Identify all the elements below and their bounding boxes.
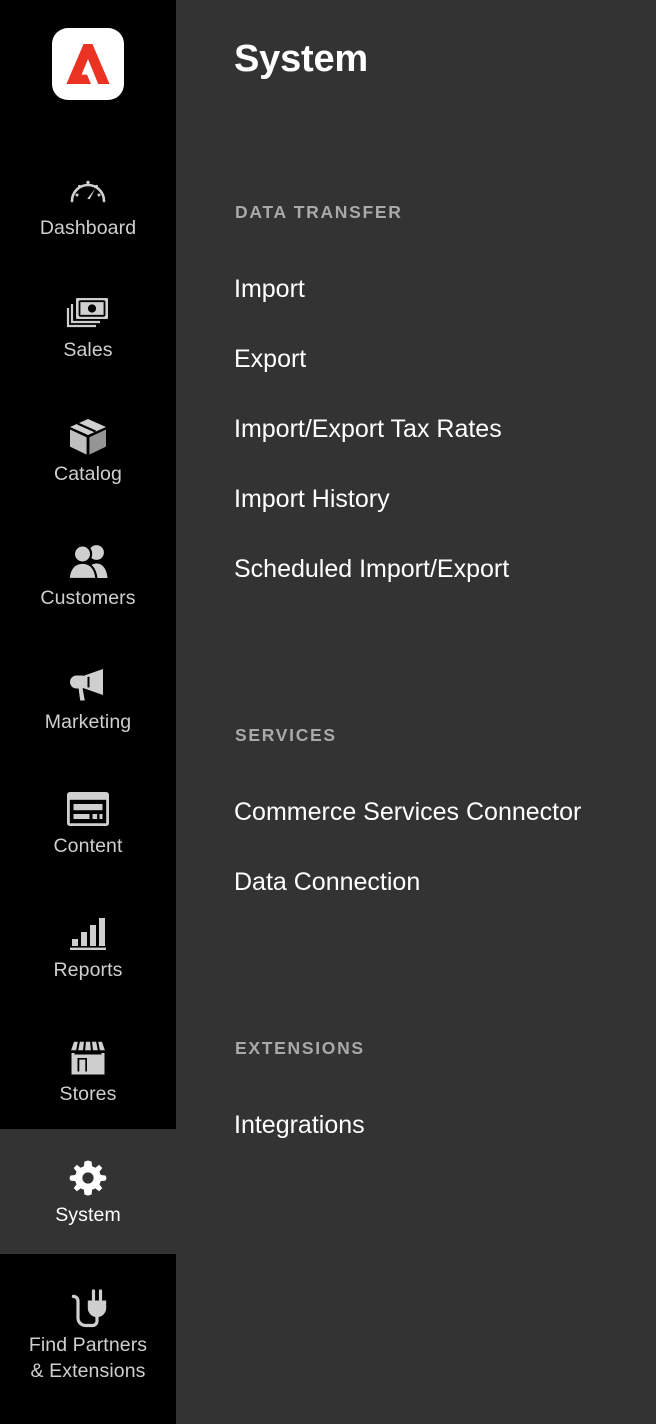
adobe-commerce-logo <box>66 44 110 84</box>
sidebar-item-find-partners-extensions[interactable]: Find Partners & Extensions <box>0 1270 176 1400</box>
menu-link-import-history[interactable]: Import History <box>234 482 390 516</box>
sidebar-item-reports[interactable]: Reports <box>0 902 176 992</box>
menu-link-import[interactable]: Import <box>234 272 305 306</box>
sidebar-item-label: Sales <box>63 339 113 361</box>
sidebar-item-label: Catalog <box>54 463 122 485</box>
menu-link-import-export-tax-rates[interactable]: Import/Export Tax Rates <box>234 412 502 446</box>
page-title: System <box>234 38 368 80</box>
plug-icon <box>67 1286 109 1330</box>
menu-link-scheduled-import-export[interactable]: Scheduled Import/Export <box>234 552 509 586</box>
section-header-extensions: EXTENSIONS <box>235 1038 365 1058</box>
gear-icon <box>69 1156 107 1200</box>
sidebar-item-label: Dashboard <box>39 217 137 239</box>
users-icon <box>66 539 110 583</box>
sidebar-item-label: Find Partners & Extensions <box>28 1334 148 1382</box>
menu-link-data-connection[interactable]: Data Connection <box>234 865 420 899</box>
logo-home-link[interactable] <box>0 0 176 128</box>
page-icon <box>67 787 109 831</box>
sidebar-item-label: Customers <box>40 587 136 609</box>
sidebar-item-label: Reports <box>53 959 123 981</box>
storefront-icon <box>67 1035 109 1079</box>
sidebar-item-sales[interactable]: Sales <box>0 282 176 372</box>
system-menu-panel: System DATA TRANSFER Import Export Import/E… <box>176 0 656 1424</box>
sidebar-item-label: System <box>55 1203 121 1226</box>
megaphone-icon <box>67 663 109 707</box>
bar-chart-icon <box>68 911 108 955</box>
sidebar-item-customers[interactable]: Customers <box>0 530 176 620</box>
sidebar-item-content[interactable]: Content <box>0 778 176 868</box>
menu-link-export[interactable]: Export <box>234 342 306 376</box>
box-icon <box>67 415 109 459</box>
sidebar-item-label: Marketing <box>44 711 132 733</box>
sidebar-item-catalog[interactable]: Catalog <box>0 406 176 496</box>
sidebar-item-label: Stores <box>59 1083 117 1105</box>
section-header-data-transfer: DATA TRANSFER <box>235 202 403 222</box>
sidebar-item-label: Content <box>53 835 123 857</box>
main-sidebar: Dashboard Sales Catalog Customers Market… <box>0 0 176 1424</box>
gauge-icon <box>68 169 108 213</box>
sidebar-item-marketing[interactable]: Marketing <box>0 654 176 744</box>
menu-link-integrations[interactable]: Integrations <box>234 1108 365 1142</box>
banknotes-icon <box>66 291 110 335</box>
logo-tile <box>52 28 124 100</box>
admin-shell: Dashboard Sales Catalog Customers Market… <box>0 0 656 1424</box>
sidebar-item-dashboard[interactable]: Dashboard <box>0 160 176 250</box>
sidebar-item-stores[interactable]: Stores <box>0 1026 176 1116</box>
sidebar-item-system[interactable]: System <box>0 1129 176 1254</box>
menu-link-commerce-services-connector[interactable]: Commerce Services Connector <box>234 795 581 829</box>
section-header-services: SERVICES <box>235 725 337 745</box>
